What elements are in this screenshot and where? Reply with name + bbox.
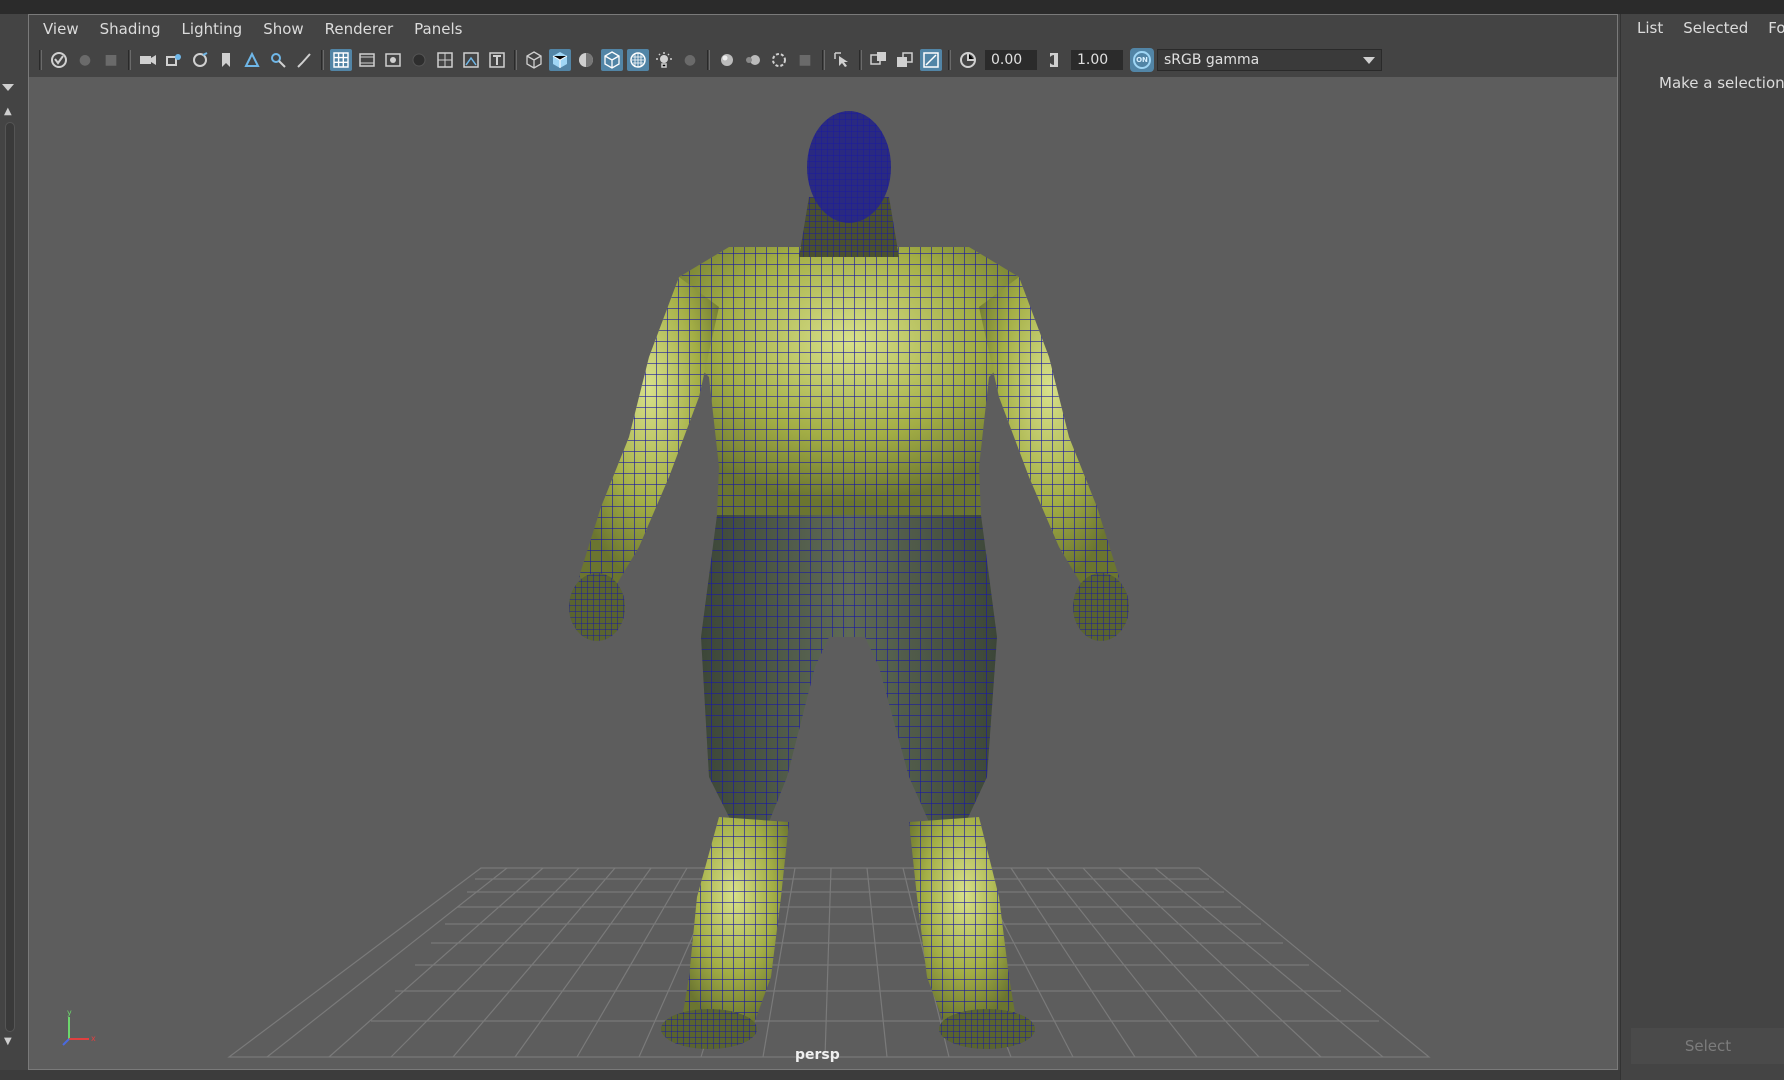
- menu-show[interactable]: Show: [263, 20, 303, 38]
- bottom-strip: [0, 1070, 1620, 1080]
- menu-shading[interactable]: Shading: [100, 20, 161, 38]
- menu-renderer[interactable]: Renderer: [325, 20, 393, 38]
- smooth-shade-icon[interactable]: [549, 49, 571, 71]
- wireframe-shading-icon[interactable]: [523, 49, 545, 71]
- wireframe-on-shaded-icon[interactable]: [601, 49, 623, 71]
- textured-icon[interactable]: [627, 49, 649, 71]
- axis-gizmo: y x: [62, 1008, 96, 1046]
- camera-move-icon[interactable]: [267, 49, 289, 71]
- exposure-field[interactable]: 0.00: [985, 50, 1037, 70]
- menu-panels[interactable]: Panels: [414, 20, 462, 38]
- axis-y-label: y: [67, 1008, 72, 1017]
- default-material-icon[interactable]: [575, 49, 597, 71]
- isolate-select-icon[interactable]: [831, 49, 853, 71]
- camera-attributes-icon[interactable]: ■: [100, 49, 122, 71]
- menu-focus[interactable]: Fo: [1768, 19, 1784, 37]
- toolbar-separator: [707, 50, 710, 70]
- outliner-menu-bar: List Selected Fo: [1621, 14, 1784, 42]
- film-gate-icon[interactable]: [356, 49, 378, 71]
- image-plane-icon[interactable]: [163, 49, 185, 71]
- scroll-down-icon[interactable]: ▼: [4, 1036, 12, 1047]
- toolbar-separator: [859, 50, 862, 70]
- brush-icon[interactable]: [293, 49, 315, 71]
- select-camera-icon[interactable]: [48, 49, 70, 71]
- color-management-toggle[interactable]: ON: [1130, 48, 1154, 72]
- select-button[interactable]: Select: [1631, 1028, 1784, 1064]
- menu-selected[interactable]: Selected: [1683, 19, 1748, 37]
- ground-grid: [227, 867, 1431, 1058]
- screen-space-ao-icon[interactable]: [716, 49, 738, 71]
- scroll-up-icon[interactable]: ▲: [4, 106, 12, 117]
- toolbar-separator: [39, 50, 42, 70]
- safe-title-icon[interactable]: [486, 49, 508, 71]
- camera-name-label: persp: [795, 1047, 840, 1063]
- field-chart-icon[interactable]: [434, 49, 456, 71]
- grid-toggle-icon[interactable]: [330, 49, 352, 71]
- grease-pencil-icon[interactable]: [215, 49, 237, 71]
- lock-camera-icon[interactable]: ●: [74, 49, 96, 71]
- menu-lighting[interactable]: Lighting: [182, 20, 243, 38]
- maya-window: ▲ ▼ View Shading Lighting Show Renderer …: [0, 0, 1784, 1080]
- xray-icon[interactable]: [868, 49, 890, 71]
- two-d-pan-zoom-icon[interactable]: [189, 49, 211, 71]
- viewport-panel: View Shading Lighting Show Renderer Pane…: [28, 14, 1618, 1070]
- viewport-menu-bar: View Shading Lighting Show Renderer Pane…: [29, 15, 1617, 43]
- exposure-icon[interactable]: [957, 49, 979, 71]
- viewport-toolbar: ● ■ ● ■ 0.00 1.00 ON sRGB gamma: [29, 43, 1617, 77]
- toolbar-separator: [822, 50, 825, 70]
- gamma-field[interactable]: 1.00: [1071, 50, 1123, 70]
- toolbar-separator: [128, 50, 131, 70]
- perspective-viewport[interactable]: y x persp: [29, 77, 1617, 1069]
- axis-x-label: x: [91, 1034, 96, 1043]
- resolution-gate-icon[interactable]: [382, 49, 404, 71]
- left-scroll-column: ▲ ▼: [0, 14, 28, 1080]
- vertical-scrollbar[interactable]: [5, 122, 15, 1032]
- safe-action-icon[interactable]: [460, 49, 482, 71]
- toolbar-separator: [321, 50, 324, 70]
- menu-view[interactable]: View: [43, 20, 79, 38]
- xray-active-components-icon[interactable]: [894, 49, 916, 71]
- bookmarks-icon[interactable]: [137, 49, 159, 71]
- menu-list[interactable]: List: [1637, 19, 1663, 37]
- bookmark-camera-icon[interactable]: [241, 49, 263, 71]
- title-strip: [0, 0, 1784, 14]
- view-transform-select[interactable]: sRGB gamma: [1157, 49, 1382, 71]
- outliner-panel: List Selected Fo Make a selection Select: [1620, 14, 1784, 1080]
- use-all-lights-icon[interactable]: [653, 49, 675, 71]
- depth-of-field-icon[interactable]: ■: [794, 49, 816, 71]
- character-mesh: [569, 111, 1129, 1049]
- multisample-aa-icon[interactable]: [768, 49, 790, 71]
- selection-hint: Make a selection: [1659, 74, 1784, 92]
- gamma-icon[interactable]: [1043, 49, 1065, 71]
- toolbar-separator: [514, 50, 517, 70]
- view-transform-value: sRGB gamma: [1164, 52, 1260, 68]
- motion-blur-icon[interactable]: [742, 49, 764, 71]
- scene-render: [227, 111, 1431, 1058]
- collapse-arrow-icon[interactable]: [2, 84, 14, 91]
- toolbar-separator: [948, 50, 951, 70]
- chevron-down-icon: [1363, 56, 1375, 64]
- xray-joints-icon[interactable]: [920, 49, 942, 71]
- shadows-icon[interactable]: ●: [679, 49, 701, 71]
- color-management-on-label: ON: [1133, 51, 1151, 69]
- gate-mask-icon[interactable]: [408, 49, 430, 71]
